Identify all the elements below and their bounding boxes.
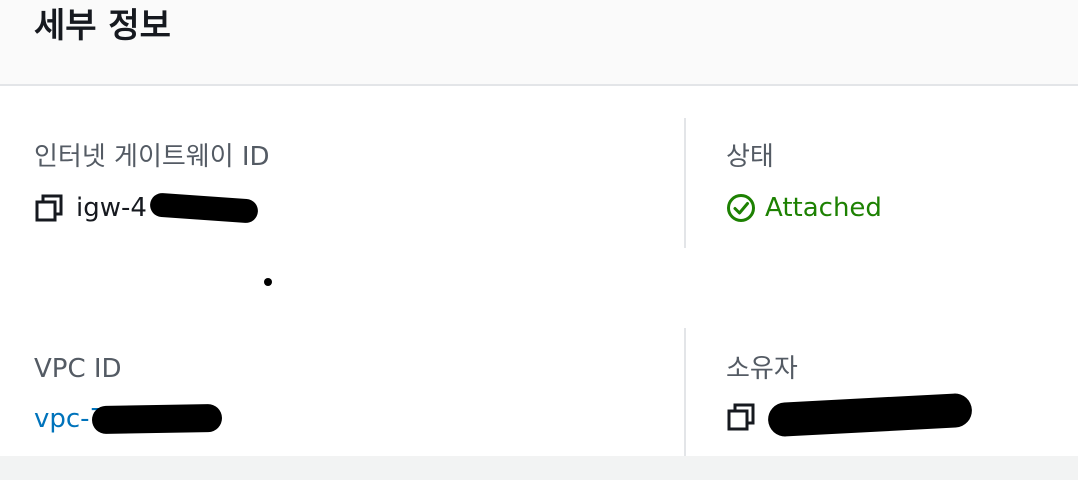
copy-icon[interactable] xyxy=(34,193,64,223)
internet-gateway-id-text: igw-4 xyxy=(76,193,147,223)
page-title: 세부 정보 xyxy=(34,6,171,46)
owner-label: 소유자 xyxy=(726,354,798,384)
column-divider-top xyxy=(684,118,686,248)
vpc-id-label: VPC ID xyxy=(34,354,122,384)
internet-gateway-id-value: igw-4 xyxy=(34,191,147,225)
status-label: 상태 xyxy=(726,142,774,172)
status-text: Attached xyxy=(765,193,882,223)
owner-value xyxy=(726,402,768,432)
stray-dot xyxy=(264,278,272,286)
check-circle-icon xyxy=(726,193,756,223)
redaction-mark xyxy=(91,403,223,435)
page-footer xyxy=(0,456,1078,480)
column-divider-bottom xyxy=(684,328,686,456)
internet-gateway-id-label: 인터넷 게이트웨이 ID xyxy=(34,142,270,172)
status-value: Attached xyxy=(726,191,882,225)
copy-icon[interactable] xyxy=(726,402,756,432)
details-header: 세부 정보 xyxy=(0,0,1078,86)
